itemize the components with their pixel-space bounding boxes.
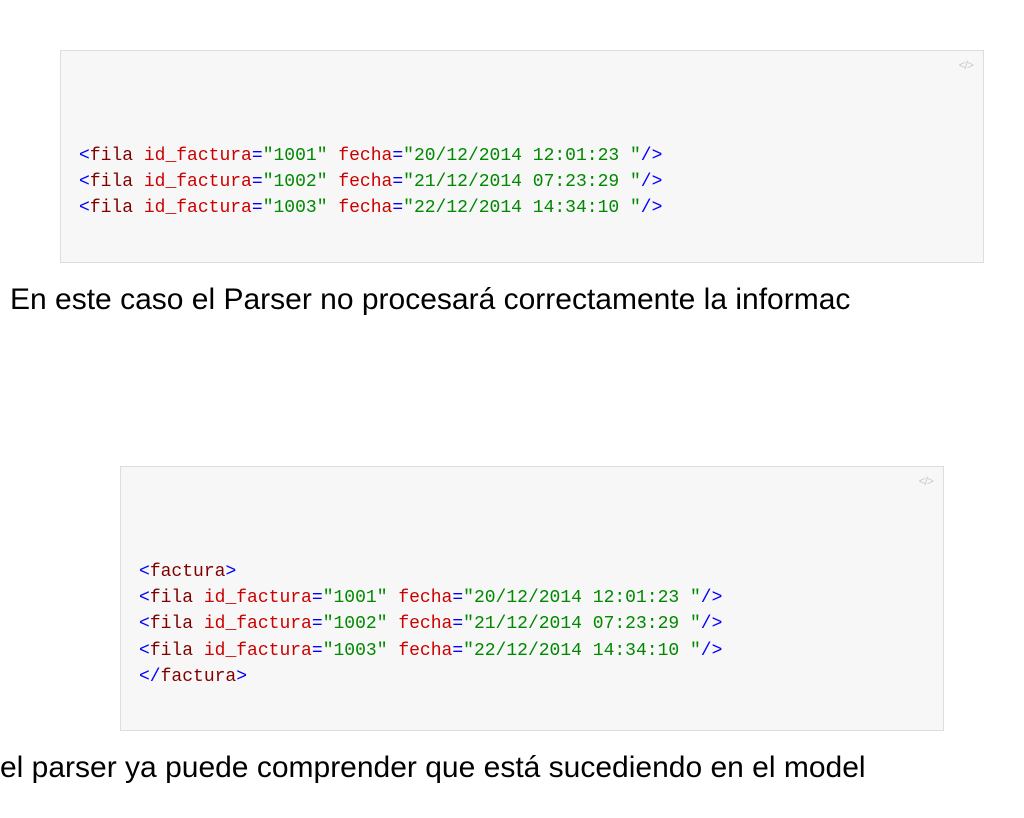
code-icon: </> [959, 57, 973, 74]
paragraph-2: el parser ya puede comprender que está s… [0, 750, 866, 786]
code-icon: </> [919, 473, 933, 490]
code-content-2: <factura> <fila id_factura="1001" fecha=… [139, 559, 925, 689]
code-block-2: </> <factura> <fila id_factura="1001" fe… [120, 466, 944, 731]
paragraph-1: En este caso el Parser no procesará corr… [10, 282, 850, 318]
code-block-1: </> <fila id_factura="1001" fecha="20/12… [60, 50, 984, 263]
code-content-1: <fila id_factura="1001" fecha="20/12/201… [79, 143, 965, 221]
